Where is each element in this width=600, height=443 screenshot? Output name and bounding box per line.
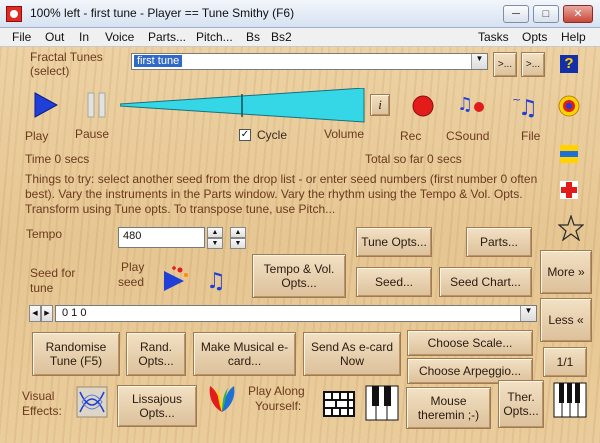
play-along-label: Play Along (248, 384, 305, 398)
cycle-checkbox[interactable]: ✓ (239, 129, 251, 141)
time-status: Time 0 secs (25, 152, 90, 166)
menu-pitch[interactable]: Pitch... (196, 30, 233, 44)
play-icon[interactable] (33, 91, 59, 119)
tempo-down2-icon[interactable]: ▼ (230, 238, 246, 249)
play-seed-label: Play (121, 260, 145, 274)
more-button[interactable]: More » (540, 250, 592, 294)
lissajous-opts-button[interactable]: Lissajous Opts... (117, 385, 197, 427)
make-musical-ecard-button[interactable]: Make Musical e-card... (193, 332, 296, 376)
info-button[interactable]: i (370, 94, 390, 116)
star-icon[interactable] (558, 215, 584, 241)
tempo-input[interactable]: 480 (118, 227, 205, 248)
svg-text:♫: ♫ (518, 96, 538, 119)
fractal-next-button[interactable]: >... (521, 52, 545, 77)
menu-bs2[interactable]: Bs2 (271, 30, 292, 44)
seed-right-icon[interactable]: ▶ (41, 305, 53, 322)
svg-text:♫: ♫ (457, 94, 473, 115)
play-label: Play (25, 129, 49, 143)
tempo-up-icon[interactable]: ▲ (207, 227, 223, 238)
menu-in[interactable]: In (79, 30, 89, 44)
fractal-prev-button[interactable]: >... (493, 52, 517, 77)
ther-opts-button[interactable]: Ther. Opts... (498, 380, 544, 428)
menu-file[interactable]: File (12, 30, 31, 44)
seed-chart-button[interactable]: Seed Chart... (439, 267, 532, 297)
piano-keys-small-icon[interactable] (553, 382, 587, 418)
window-title: 100% left - first tune - Player == Tune … (30, 6, 295, 20)
play-seed-sublabel: seed (118, 275, 145, 289)
volume-slider[interactable] (120, 88, 366, 124)
minimize-button[interactable]: ─ (503, 5, 529, 23)
seed-left-icon[interactable]: ◀ (29, 305, 41, 322)
tempo-down-icon[interactable]: ▼ (207, 238, 223, 249)
visual-effects-sublabel: Effects: (22, 404, 62, 418)
rand-opts-button[interactable]: Rand. Opts... (126, 332, 186, 376)
menu-parts[interactable]: Parts... (148, 30, 186, 44)
fractal-tune-value: first tune (134, 55, 183, 67)
seed-sublabel: tune (30, 281, 54, 295)
csound-icon[interactable]: ♫ (457, 93, 485, 117)
cycle-label: Cycle (257, 128, 288, 142)
seed-input[interactable]: 0 1 0 ▼ (55, 305, 537, 322)
help-icon[interactable]: ? (560, 55, 578, 73)
send-ecard-button[interactable]: Send As e-card Now (303, 332, 401, 376)
title-bar: 100% left - first tune - Player == Tune … (0, 0, 600, 28)
tempo-up2-icon[interactable]: ▲ (230, 227, 246, 238)
file-music-icon[interactable]: ~ ♫ (512, 91, 542, 119)
fractal-tune-select[interactable]: first tune ▼ (131, 53, 488, 70)
tune-opts-button[interactable]: Tune Opts... (356, 227, 432, 257)
butterfly-icon[interactable] (204, 382, 240, 420)
record-icon[interactable] (411, 94, 435, 118)
menu-voice[interactable]: Voice (105, 30, 134, 44)
keyboard-bricks-icon[interactable] (322, 390, 356, 418)
main-panel: Fractal Tunes (select) first tune ▼ >...… (0, 47, 600, 443)
menu-out[interactable]: Out (45, 30, 64, 44)
chevron-down-icon[interactable]: ▼ (471, 54, 487, 69)
piano-keys-icon[interactable] (365, 385, 399, 421)
choose-scale-button[interactable]: Choose Scale... (407, 330, 533, 356)
plus-icon[interactable] (558, 179, 580, 201)
seed-button[interactable]: Seed... (356, 267, 432, 297)
visual-effects-label: Visual (22, 389, 55, 403)
page-indicator[interactable]: 1/1 (543, 347, 587, 377)
play-along-sublabel: Yourself: (255, 399, 302, 413)
seed-value: 0 1 0 (62, 307, 87, 319)
app-icon (6, 6, 22, 22)
music-note-icon[interactable]: ♫ (205, 266, 229, 294)
fractal-label: Fractal Tunes (30, 50, 103, 64)
fractal-sublabel: (select) (30, 64, 70, 78)
file-label: File (521, 129, 541, 143)
parts-button[interactable]: Parts... (466, 227, 532, 257)
tempo-label: Tempo (26, 227, 63, 241)
lissajous-icon[interactable] (76, 386, 108, 418)
less-button[interactable]: Less « (540, 298, 592, 342)
help-text: Things to try: select another seed from … (25, 172, 538, 216)
total-status: Total so far 0 secs (365, 152, 462, 166)
pause-label: Pause (75, 127, 110, 141)
menu-bs[interactable]: Bs (246, 30, 260, 44)
menu-help[interactable]: Help (561, 30, 586, 44)
menu-bar: File Out In Voice Parts... Pitch... Bs B… (0, 28, 600, 47)
minus-icon[interactable] (558, 143, 580, 165)
volume-label: Volume (324, 127, 365, 141)
randomise-button[interactable]: Randomise Tune (F5) (32, 332, 120, 376)
rec-label: Rec (400, 129, 422, 143)
csound-label: CSound (446, 129, 490, 143)
target-icon[interactable] (558, 95, 580, 117)
svg-text:♫: ♫ (206, 269, 226, 294)
menu-tasks[interactable]: Tasks (478, 30, 509, 44)
mouse-theremin-button[interactable]: Mouse theremin ;-) (406, 387, 491, 429)
menu-opts[interactable]: Opts (522, 30, 547, 44)
close-button[interactable]: ✕ (563, 5, 593, 23)
chevron-down-icon[interactable]: ▼ (520, 306, 536, 321)
seed-label: Seed for (30, 266, 76, 280)
app-window: 100% left - first tune - Player == Tune … (0, 0, 600, 443)
play-seed-icon[interactable] (160, 265, 190, 293)
pause-icon[interactable] (86, 92, 108, 118)
maximize-button[interactable]: □ (533, 5, 559, 23)
tempo-vol-opts-button[interactable]: Tempo & Vol. Opts... (252, 254, 346, 298)
